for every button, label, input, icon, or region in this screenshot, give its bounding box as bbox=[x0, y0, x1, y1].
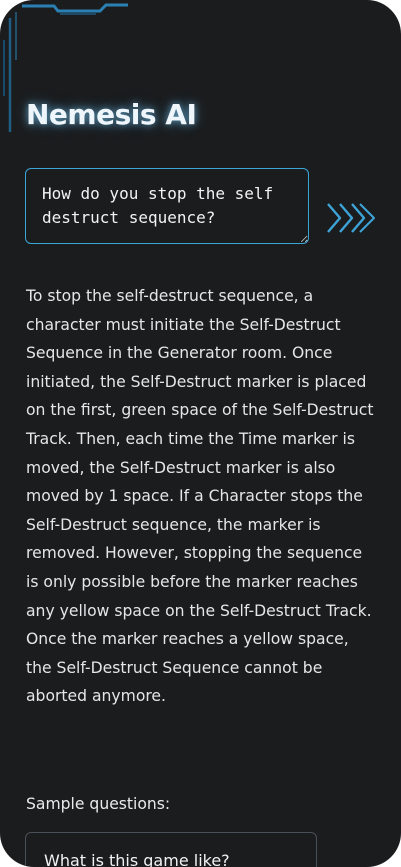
sample-questions-heading: Sample questions: bbox=[26, 795, 171, 813]
app-screen: Nemesis AI How do you stop the self dest… bbox=[0, 0, 401, 867]
app-title: Nemesis AI bbox=[26, 98, 197, 131]
sample-question-button[interactable]: What is this game like? bbox=[25, 832, 317, 867]
triple-chevron-right-icon bbox=[327, 203, 375, 233]
sample-question-label: What is this game like? bbox=[44, 851, 230, 867]
question-input[interactable]: How do you stop the self destruct sequen… bbox=[25, 168, 309, 244]
submit-button[interactable] bbox=[324, 196, 378, 240]
answer-text: To stop the self-destruct sequence, a ch… bbox=[26, 287, 374, 706]
